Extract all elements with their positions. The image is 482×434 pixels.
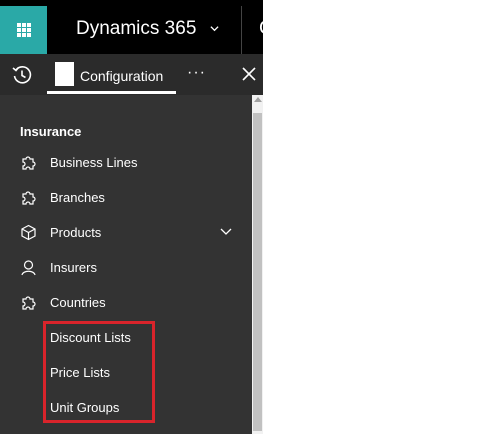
sidebar-item-label: Branches: [50, 190, 105, 205]
sidebar-item-countries[interactable]: Countries: [0, 285, 252, 320]
history-icon[interactable]: [11, 64, 33, 86]
section-title: Insurance: [20, 124, 82, 139]
sidebar-item-label: Products: [50, 225, 102, 240]
chevron-down-icon[interactable]: [220, 228, 232, 236]
puzzle-icon: [22, 296, 36, 310]
puzzle-icon: [22, 191, 36, 205]
tab-label: Configuration: [80, 68, 164, 84]
scrollbar-thumb[interactable]: [253, 113, 262, 431]
sidebar-item-label: Business Lines: [50, 155, 138, 170]
sidebar-item-insurers[interactable]: Insurers: [0, 250, 252, 285]
sidebar-scrollbar[interactable]: [252, 95, 263, 434]
active-tab-indicator: [47, 91, 176, 94]
top-app-bar: Dynamics 365 C: [0, 0, 273, 54]
sidebar-item-label: Countries: [50, 295, 106, 310]
app-title[interactable]: Dynamics 365: [76, 18, 196, 40]
chevron-down-icon[interactable]: [210, 24, 219, 33]
cube-icon: [21, 224, 36, 241]
highlight-annotation: [43, 321, 155, 423]
app-launcher-button[interactable]: [0, 6, 47, 54]
waffle-icon: [16, 23, 31, 37]
scroll-up-icon[interactable]: [254, 97, 262, 102]
more-icon[interactable]: ···: [187, 64, 206, 82]
app-title-next: C: [259, 18, 273, 39]
sidebar-item-branches[interactable]: Branches: [0, 180, 252, 215]
tab-configuration[interactable]: Configuration: [47, 58, 176, 94]
person-icon: [21, 260, 36, 276]
nav-header: Configuration ···: [0, 54, 263, 95]
document-icon: [55, 62, 74, 86]
sidebar-item-label: Insurers: [50, 260, 97, 275]
close-icon[interactable]: [239, 64, 259, 84]
sidebar-item-business-lines[interactable]: Business Lines: [0, 145, 252, 180]
divider: [241, 6, 242, 54]
sidebar-item-products[interactable]: Products: [0, 215, 252, 250]
puzzle-icon: [22, 156, 36, 170]
sidebar: Insurance Business Lines Branches Produc…: [0, 95, 252, 434]
